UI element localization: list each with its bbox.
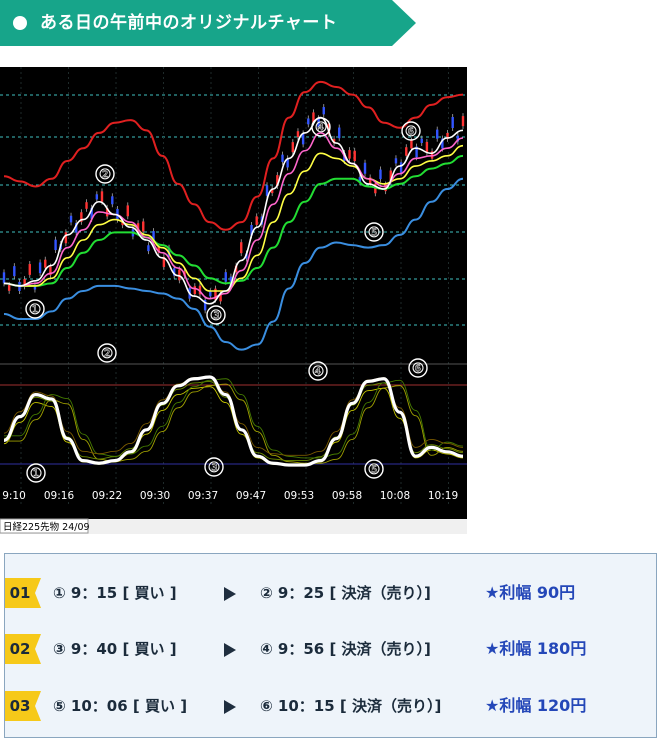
price-marker-label: ⑤ [368, 225, 381, 241]
candle-body [420, 138, 423, 143]
trading-chart: ① ② ③ ④ ⑤ ⑥ ① ② ③ ④ ⑤ ⑥ 9:10 09:16 09:22 09:30 09:37 09:4… [0, 67, 467, 534]
x-tick-label: 09:58 [332, 490, 362, 502]
candle-body [64, 232, 68, 244]
candle-body [363, 162, 367, 174]
candle-body [147, 245, 150, 252]
buy-entry: ⑤ 10：06 [ 買い ] [53, 697, 188, 715]
candle-body [394, 158, 398, 164]
price-marker-label: ④ [315, 120, 328, 136]
candle-body [44, 259, 47, 268]
trade-badge: 02 [5, 634, 41, 664]
candle-body [451, 117, 454, 129]
arrow-right-icon [224, 587, 236, 601]
candle-body [224, 272, 227, 282]
footer-symbol-label: 日経225先物 24/09 [3, 521, 90, 533]
trade-badge: 01 [5, 578, 41, 608]
trade-row: 01 ① 9：15 [ 買い ] ② 9：25 [ 決済（売り）] ★利幅 90… [5, 578, 656, 608]
candle-body [85, 202, 88, 209]
x-tick-label: 09:53 [284, 490, 314, 502]
oscillator-marker-label: ② [101, 346, 114, 362]
candle-body [95, 194, 99, 200]
candle-body [399, 162, 403, 173]
oscillator-marker-label: ⑤ [368, 462, 381, 478]
candle-body [111, 196, 114, 205]
candle-body [193, 286, 197, 295]
price-marker-label: ③ [210, 308, 223, 324]
page-title: ある日の午前中のオリジナルチャート [40, 13, 338, 33]
buy-entry: ③ 9：40 [ 買い ] [53, 640, 177, 658]
price-marker-label: ① [29, 302, 42, 318]
x-tick-label: 10:08 [380, 490, 410, 502]
scroll-right-icon: ► [456, 509, 463, 518]
candle-body [461, 116, 465, 127]
x-tick-label: 09:16 [44, 490, 75, 502]
price-marker-label: ② [99, 167, 112, 183]
candle-body [281, 154, 284, 162]
candle-body [100, 191, 104, 202]
oscillator-marker-label: ① [30, 466, 43, 482]
candle-body [425, 141, 429, 153]
candle-body [255, 216, 258, 225]
candle-body [353, 150, 356, 162]
price-marker-label: ⑥ [405, 124, 418, 140]
candle-body [379, 169, 382, 180]
candle-body [338, 127, 341, 139]
trade-summary-panel: 01 ① 9：15 [ 買い ] ② 9：25 [ 決済（売り）] ★利幅 90… [4, 553, 657, 738]
x-tick-label: 9:10 [2, 490, 26, 502]
candle-body [38, 262, 42, 274]
candle-body [240, 242, 243, 254]
profit-value: ★利幅 120円 [485, 696, 587, 715]
x-tick-label: 09:30 [140, 490, 170, 502]
trade-badge: 03 [5, 691, 41, 721]
candle-body [291, 142, 295, 153]
candle-body [296, 131, 300, 138]
candle-body [322, 107, 325, 115]
profit-value: ★利幅 180円 [485, 639, 587, 658]
candle-body [2, 272, 6, 284]
bullet-icon [13, 16, 27, 30]
sell-exit: ④ 9：56 [ 決済（売り）] [260, 640, 431, 658]
candle-body [126, 205, 129, 217]
arrow-right-icon [224, 700, 236, 714]
oscillator-marker-label: ⑥ [412, 361, 425, 377]
candle-body [13, 266, 16, 277]
chart-background [0, 67, 467, 519]
candle-body [7, 284, 11, 291]
candle-body [178, 269, 181, 281]
oscillator-marker-label: ③ [208, 460, 221, 476]
title-banner: ある日の午前中のオリジナルチャート [0, 0, 416, 46]
buy-entry: ① 9：15 [ 買い ] [53, 584, 177, 602]
candle-body [69, 215, 73, 223]
x-tick-label: 09:47 [236, 490, 266, 502]
profit-value: ★利幅 90円 [485, 583, 576, 602]
trade-row: 03 ⑤ 10：06 [ 買い ] ⑥ 10：15 [ 決済（売り）] ★利幅 … [5, 691, 656, 721]
arrow-right-icon [224, 643, 236, 657]
x-tick-label: 10:19 [428, 490, 458, 502]
candle-body [436, 129, 439, 139]
candle-body [142, 221, 145, 232]
sell-exit: ⑥ 10：15 [ 決済（売り）] [260, 697, 442, 715]
trade-row: 02 ③ 9：40 [ 買い ] ④ 9：56 [ 決済（売り）] ★利幅 18… [5, 634, 656, 664]
sell-exit: ② 9：25 [ 決済（売り）] [260, 584, 431, 602]
candle-body [405, 147, 408, 156]
candle-body [348, 150, 351, 159]
x-tick-label: 09:37 [188, 490, 218, 502]
candle-body [28, 264, 31, 275]
candle-body [410, 140, 413, 149]
candle-body [307, 118, 310, 125]
oscillator-marker-label: ④ [312, 364, 325, 380]
scroll-left-icon: ◄ [3, 509, 10, 518]
candle-body [209, 291, 212, 297]
x-tick-label: 09:22 [92, 490, 122, 502]
candle-body [54, 239, 57, 251]
